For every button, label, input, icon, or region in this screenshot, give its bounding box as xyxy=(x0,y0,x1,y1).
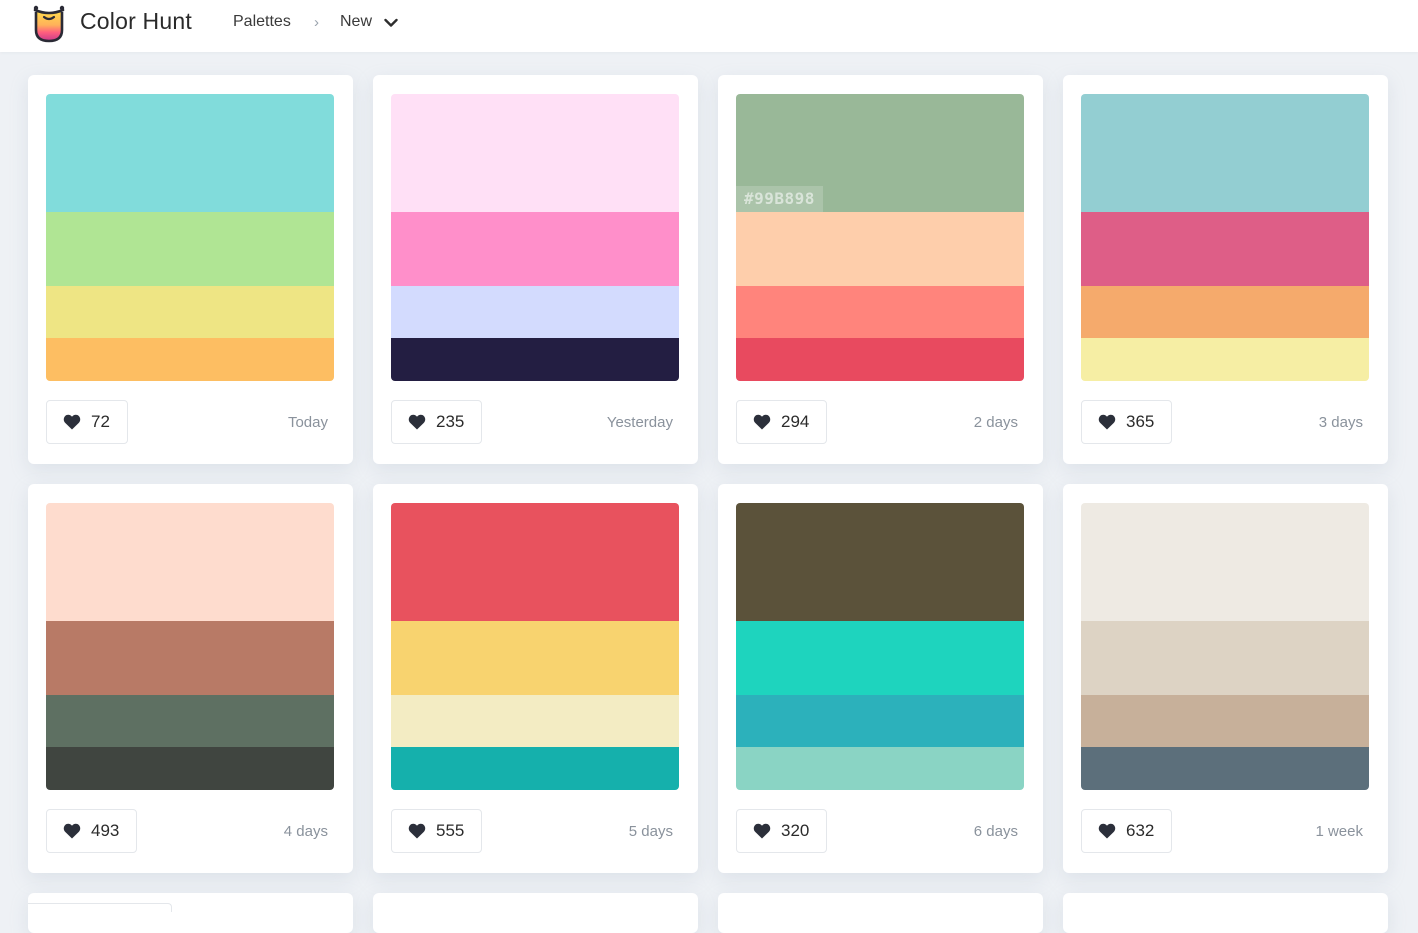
palette-card[interactable] xyxy=(373,893,698,933)
color-swatch[interactable] xyxy=(1081,621,1369,695)
color-swatch[interactable] xyxy=(736,695,1024,747)
palette-card[interactable]: 365 3 days xyxy=(1063,75,1388,464)
color-swatch[interactable] xyxy=(46,338,334,381)
like-button[interactable]: 493 xyxy=(46,809,138,853)
palette-card[interactable]: 632 1 week xyxy=(1063,484,1388,873)
color-swatch[interactable] xyxy=(1081,338,1369,381)
hex-code-label[interactable]: #99B898 xyxy=(736,186,823,212)
color-swatch[interactable] xyxy=(1081,286,1369,338)
color-swatch[interactable] xyxy=(391,503,679,621)
color-swatch[interactable] xyxy=(391,338,679,381)
color-swatch[interactable] xyxy=(1081,503,1369,621)
palette-date: Today xyxy=(287,414,328,431)
like-count: 72 xyxy=(91,412,110,431)
palette-swatches[interactable] xyxy=(391,503,679,790)
palette-card[interactable] xyxy=(718,893,1043,933)
heart-icon xyxy=(63,414,81,430)
color-swatch[interactable] xyxy=(736,503,1024,621)
like-count: 365 xyxy=(1126,412,1155,431)
like-count: 632 xyxy=(1126,821,1155,840)
color-swatch[interactable] xyxy=(736,747,1024,790)
color-swatch[interactable] xyxy=(1081,695,1369,747)
palette-card[interactable]: #99B898 294 2 days xyxy=(718,75,1043,464)
palette-card[interactable]: 320 6 days xyxy=(718,484,1043,873)
palette-swatches[interactable] xyxy=(46,503,334,790)
palette-date: 3 days xyxy=(1318,414,1363,431)
palette-card[interactable] xyxy=(28,893,353,933)
palette-swatches[interactable] xyxy=(1081,503,1369,790)
color-swatch[interactable] xyxy=(391,621,679,695)
heart-icon xyxy=(753,823,771,839)
palette-card[interactable] xyxy=(1063,893,1388,933)
breadcrumb-separator: › xyxy=(314,14,319,31)
color-swatch[interactable] xyxy=(391,212,679,286)
top-bar: Color Hunt Palettes › New xyxy=(0,0,1418,52)
color-swatch[interactable] xyxy=(391,94,679,212)
heart-icon xyxy=(63,823,81,839)
heart-icon xyxy=(753,414,771,430)
palette-date: 5 days xyxy=(628,823,673,840)
color-swatch[interactable] xyxy=(46,286,334,338)
color-swatch[interactable] xyxy=(46,747,334,790)
like-button[interactable]: 320 xyxy=(736,809,828,853)
like-button[interactable]: 555 xyxy=(391,809,483,853)
color-swatch[interactable] xyxy=(1081,212,1369,286)
palette-card[interactable]: 555 5 days xyxy=(373,484,698,873)
heart-icon xyxy=(1098,414,1116,430)
palette-swatches[interactable] xyxy=(46,94,334,381)
heart-icon xyxy=(1098,823,1116,839)
heart-icon xyxy=(408,414,426,430)
color-swatch[interactable] xyxy=(736,621,1024,695)
like-button[interactable]: 72 xyxy=(46,400,128,444)
color-swatch[interactable] xyxy=(736,286,1024,338)
like-count: 555 xyxy=(436,821,465,840)
color-swatch[interactable]: #99B898 xyxy=(736,94,1024,212)
like-count: 294 xyxy=(781,412,810,431)
like-count: 493 xyxy=(91,821,120,840)
palette-swatches[interactable] xyxy=(391,94,679,381)
chevron-down-icon[interactable] xyxy=(384,17,398,29)
palette-date: 2 days xyxy=(973,414,1018,431)
palette-date: 4 days xyxy=(283,823,328,840)
palette-swatches[interactable] xyxy=(1081,94,1369,381)
breadcrumb-palettes-link[interactable]: Palettes xyxy=(233,13,291,31)
color-swatch[interactable] xyxy=(1081,747,1369,790)
color-swatch[interactable] xyxy=(736,338,1024,381)
palette-swatches[interactable] xyxy=(736,503,1024,790)
like-button[interactable]: 235 xyxy=(391,400,483,444)
palette-card[interactable]: 235 Yesterday xyxy=(373,75,698,464)
color-hunt-logo-icon[interactable] xyxy=(32,4,66,44)
color-swatch[interactable] xyxy=(46,94,334,212)
brand-name[interactable]: Color Hunt xyxy=(80,8,192,35)
palette-date: Yesterday xyxy=(606,414,673,431)
like-count: 320 xyxy=(781,821,810,840)
color-swatch[interactable] xyxy=(46,621,334,695)
color-swatch[interactable] xyxy=(46,503,334,621)
like-button[interactable]: 632 xyxy=(1081,809,1173,853)
palette-card[interactable]: 72 Today xyxy=(28,75,353,464)
color-swatch[interactable] xyxy=(391,747,679,790)
palette-date: 1 week xyxy=(1315,823,1363,840)
color-swatch[interactable] xyxy=(391,286,679,338)
palette-card[interactable]: 493 4 days xyxy=(28,484,353,873)
like-button[interactable]: 294 xyxy=(736,400,828,444)
color-swatch[interactable] xyxy=(1081,94,1369,212)
like-count: 235 xyxy=(436,412,465,431)
heart-icon xyxy=(408,823,426,839)
color-swatch[interactable] xyxy=(736,212,1024,286)
color-swatch[interactable] xyxy=(46,212,334,286)
palette-swatches[interactable]: #99B898 xyxy=(736,94,1024,381)
like-button[interactable]: 365 xyxy=(1081,400,1173,444)
sort-dropdown-label[interactable]: New xyxy=(340,13,372,31)
palette-date: 6 days xyxy=(973,823,1018,840)
color-swatch[interactable] xyxy=(46,695,334,747)
color-swatch[interactable] xyxy=(391,695,679,747)
